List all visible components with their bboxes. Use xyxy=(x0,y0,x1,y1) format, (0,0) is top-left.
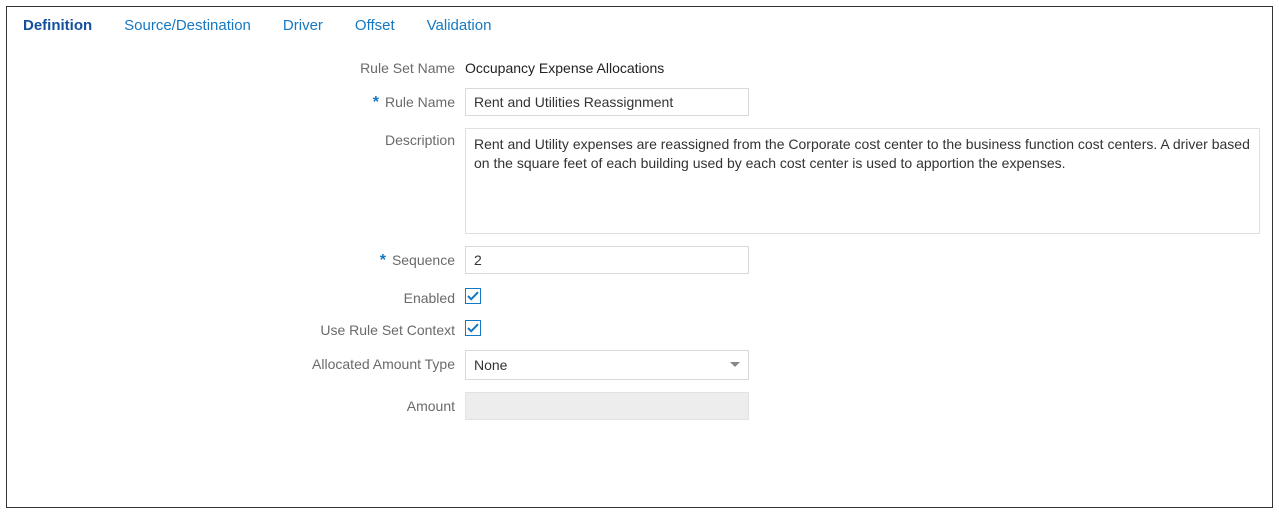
allocated-amount-type-select[interactable]: None xyxy=(465,350,749,380)
amount-input xyxy=(465,392,749,420)
label-enabled: Enabled xyxy=(23,286,465,306)
label-use-rule-set-context: Use Rule Set Context xyxy=(23,318,465,338)
row-rule-name: * Rule Name xyxy=(23,88,1256,116)
label-rule-set-name: Rule Set Name xyxy=(23,56,465,76)
tab-driver[interactable]: Driver xyxy=(283,15,323,36)
check-icon xyxy=(467,290,479,302)
label-allocated-amount-type: Allocated Amount Type xyxy=(23,350,465,372)
rule-name-input[interactable] xyxy=(465,88,749,116)
row-sequence: * Sequence xyxy=(23,246,1256,274)
label-rule-name: Rule Name xyxy=(385,94,455,110)
row-enabled: Enabled xyxy=(23,286,1256,306)
tab-offset[interactable]: Offset xyxy=(355,15,395,36)
label-description: Description xyxy=(23,128,465,148)
required-marker-icon: * xyxy=(373,94,379,111)
use-rule-set-context-checkbox[interactable] xyxy=(465,320,481,336)
row-amount: Amount xyxy=(23,392,1256,420)
sequence-input[interactable] xyxy=(465,246,749,274)
row-description: Description xyxy=(23,128,1256,234)
description-textarea[interactable] xyxy=(465,128,1260,234)
definition-panel: Definition Source/Destination Driver Off… xyxy=(6,6,1273,508)
required-marker-icon: * xyxy=(380,252,386,269)
row-allocated-amount-type: Allocated Amount Type None xyxy=(23,350,1256,380)
value-rule-set-name: Occupancy Expense Allocations xyxy=(465,56,664,76)
enabled-checkbox[interactable] xyxy=(465,288,481,304)
chevron-down-icon xyxy=(730,362,740,368)
allocated-amount-type-value: None xyxy=(474,357,507,373)
row-use-rule-set-context: Use Rule Set Context xyxy=(23,318,1256,338)
row-rule-set-name: Rule Set Name Occupancy Expense Allocati… xyxy=(23,56,1256,76)
label-sequence: Sequence xyxy=(392,252,455,268)
label-amount: Amount xyxy=(23,392,465,414)
tab-bar: Definition Source/Destination Driver Off… xyxy=(23,15,1256,44)
check-icon xyxy=(467,322,479,334)
tab-definition[interactable]: Definition xyxy=(23,15,92,36)
tab-source-destination[interactable]: Source/Destination xyxy=(124,15,251,36)
tab-validation[interactable]: Validation xyxy=(427,15,492,36)
form: Rule Set Name Occupancy Expense Allocati… xyxy=(23,56,1256,420)
